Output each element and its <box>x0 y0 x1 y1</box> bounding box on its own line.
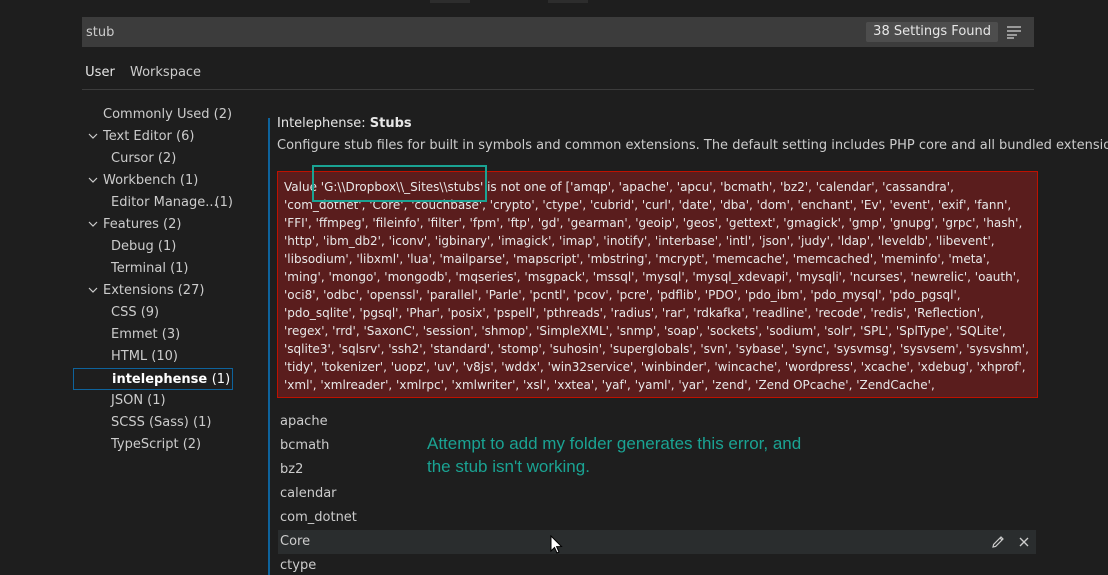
toc-item-intelephense[interactable]: intelephense (1) <box>73 368 233 390</box>
toc-item-debug[interactable]: Debug (1) <box>73 236 233 258</box>
validation-error-message: Value 'G:\\Dropbox\\_Sites\\stubs' is no… <box>277 171 1038 398</box>
list-item-label: calendar <box>280 486 337 501</box>
list-item[interactable]: apache <box>278 410 1036 434</box>
setting-description: Configure stub files for built in symbol… <box>277 138 1108 153</box>
toc-item-text-editor[interactable]: Text Editor (6) <box>73 126 233 148</box>
list-item-label: com_dotnet <box>280 510 357 525</box>
chevron-down-icon <box>88 133 98 139</box>
annotation-line: Attempt to add my folder generates this … <box>427 434 802 453</box>
settings-search-bar: 38 Settings Found <box>82 17 1034 47</box>
chevron-down-icon <box>88 287 98 293</box>
filter-icon[interactable] <box>1006 25 1022 39</box>
remove-icon[interactable] <box>1016 534 1032 550</box>
tabs-divider <box>82 89 1034 90</box>
list-item[interactable]: ctype <box>278 554 1036 575</box>
toc-item-cursor[interactable]: Cursor (2) <box>73 148 233 170</box>
settings-search-input[interactable] <box>86 17 866 47</box>
toc-item-label: SCSS (Sass) (1) <box>111 415 212 430</box>
toc-item-label: Cursor (2) <box>111 151 177 166</box>
toc-item-label: Commonly Used (2) <box>103 107 233 122</box>
toc-item-label: Extensions (27) <box>103 283 205 298</box>
toc-item-label: JSON (1) <box>111 393 166 408</box>
toc-item-typescript[interactable]: TypeScript (2) <box>73 434 233 456</box>
toc-item-scss[interactable]: SCSS (Sass) (1) <box>73 412 233 434</box>
list-item-label: bcmath <box>280 438 330 453</box>
list-item-label: bz2 <box>280 462 304 477</box>
annotation-highlight-box <box>312 165 487 202</box>
toc-item-terminal[interactable]: Terminal (1) <box>73 258 233 280</box>
setting-focus-indicator <box>268 118 270 575</box>
row-actions <box>984 534 1032 550</box>
toc-item-label: CSS (9) <box>111 305 160 320</box>
toc-item-html[interactable]: HTML (10) <box>73 346 233 368</box>
toc-item-label: Terminal (1) <box>111 261 189 276</box>
toc-item-label: Debug (1) <box>111 239 177 254</box>
list-item-label: Core <box>280 534 311 549</box>
toc-item-label: Workbench (1) <box>103 173 199 188</box>
list-item-label: apache <box>280 414 328 429</box>
setting-title: Intelephense: Stubs <box>277 116 412 131</box>
edit-icon[interactable] <box>990 534 1006 550</box>
setting-name: Stubs <box>369 116 412 131</box>
toc-item-label: intelephense <box>112 372 208 387</box>
settings-toc: Commonly Used (2) Text Editor (6) Cursor… <box>73 104 233 456</box>
list-item-label: ctype <box>280 558 317 573</box>
list-item[interactable]: calendar <box>278 482 1036 506</box>
chevron-down-icon <box>88 177 98 183</box>
toc-item-extensions[interactable]: Extensions (27) <box>73 280 233 302</box>
toc-item-label: Emmet (3) <box>111 327 181 342</box>
toc-item-count: (1) <box>214 195 233 210</box>
toc-item-commonly-used[interactable]: Commonly Used (2) <box>73 104 233 126</box>
toc-item-json[interactable]: JSON (1) <box>73 390 233 412</box>
toc-item-label: Features (2) <box>103 217 182 232</box>
mouse-cursor-icon <box>550 535 563 554</box>
toc-item-features[interactable]: Features (2) <box>73 214 233 236</box>
toc-item-label: HTML (10) <box>111 349 178 364</box>
tab-workspace[interactable]: Workspace <box>130 58 210 90</box>
setting-category: Intelephense: <box>277 116 370 131</box>
chevron-down-icon <box>88 221 98 227</box>
annotation-line: the stub isn't working. <box>427 457 590 476</box>
toc-item-label: Editor Manage... <box>111 195 218 210</box>
window-tab-strip-left <box>430 0 470 3</box>
toc-item-editor-management[interactable]: Editor Manage... (1) <box>73 192 233 214</box>
list-item[interactable]: Core <box>278 530 1036 554</box>
list-item[interactable]: com_dotnet <box>278 506 1036 530</box>
results-count-badge: 38 Settings Found <box>866 22 998 42</box>
toc-item-workbench[interactable]: Workbench (1) <box>73 170 233 192</box>
toc-item-count: (1) <box>211 372 231 387</box>
toc-item-label: Text Editor (6) <box>103 129 195 144</box>
toc-item-emmet[interactable]: Emmet (3) <box>73 324 233 346</box>
tab-user[interactable]: User <box>82 58 118 90</box>
toc-item-css[interactable]: CSS (9) <box>73 302 233 324</box>
toc-item-label: TypeScript (2) <box>111 437 202 452</box>
annotation-text: Attempt to add my folder generates this … <box>427 432 827 478</box>
window-tab-strip-right <box>548 0 588 3</box>
